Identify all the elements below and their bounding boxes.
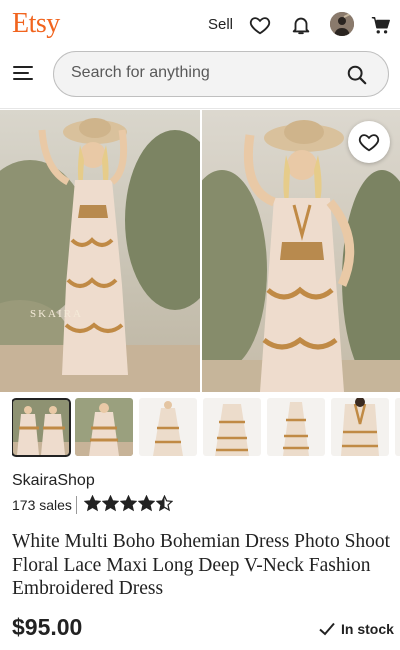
thumbnail-6[interactable] xyxy=(331,398,389,456)
star-icon xyxy=(120,495,137,512)
sales-rating-divider xyxy=(76,496,77,514)
search-button[interactable] xyxy=(346,64,368,86)
favorites-button[interactable] xyxy=(247,12,273,38)
thumbnail-3[interactable] xyxy=(139,398,197,456)
listing-image-1[interactable]: SKAIRA xyxy=(0,110,200,392)
thumbnail-1[interactable] xyxy=(12,398,71,457)
thumbnail-strip xyxy=(12,398,400,460)
notifications-button[interactable] xyxy=(288,12,314,38)
search-input[interactable] xyxy=(71,64,331,82)
star-icon xyxy=(156,495,173,512)
thumbnail-7[interactable] xyxy=(395,398,400,456)
checkmark-icon xyxy=(319,622,335,636)
stock-status: In stock xyxy=(318,620,394,638)
hamburger-icon xyxy=(13,66,33,80)
bell-icon xyxy=(292,17,310,35)
star-icon xyxy=(138,495,155,512)
watermark-text: SKAIRA xyxy=(30,308,83,320)
sell-link[interactable]: Sell xyxy=(208,16,233,33)
heart-icon xyxy=(249,17,271,35)
etsy-logo[interactable]: Etsy xyxy=(12,8,60,40)
cart-icon xyxy=(371,16,390,34)
rating-stars[interactable] xyxy=(84,495,173,513)
sales-count: 173 sales xyxy=(12,497,72,513)
heart-icon xyxy=(358,134,380,152)
thumbnail-5[interactable] xyxy=(267,398,325,456)
listing-price: $95.00 xyxy=(12,614,83,640)
header-divider xyxy=(0,108,400,109)
avatar[interactable] xyxy=(330,12,354,36)
shop-name-link[interactable]: SkairaShop xyxy=(12,472,95,490)
top-bar: Etsy Sell xyxy=(0,0,400,50)
search-icon xyxy=(347,65,367,85)
star-icon xyxy=(102,495,119,512)
search-bar[interactable] xyxy=(53,51,389,97)
favorite-listing-button[interactable] xyxy=(348,121,390,163)
thumbnail-2[interactable] xyxy=(75,398,133,456)
cart-button[interactable] xyxy=(368,12,394,38)
listing-title: White Multi Boho Bohemian Dress Photo Sh… xyxy=(12,531,391,599)
star-icon xyxy=(84,495,101,512)
menu-button[interactable] xyxy=(12,62,34,84)
stock-status-label: In stock xyxy=(341,621,394,637)
thumbnail-4[interactable] xyxy=(203,398,261,456)
